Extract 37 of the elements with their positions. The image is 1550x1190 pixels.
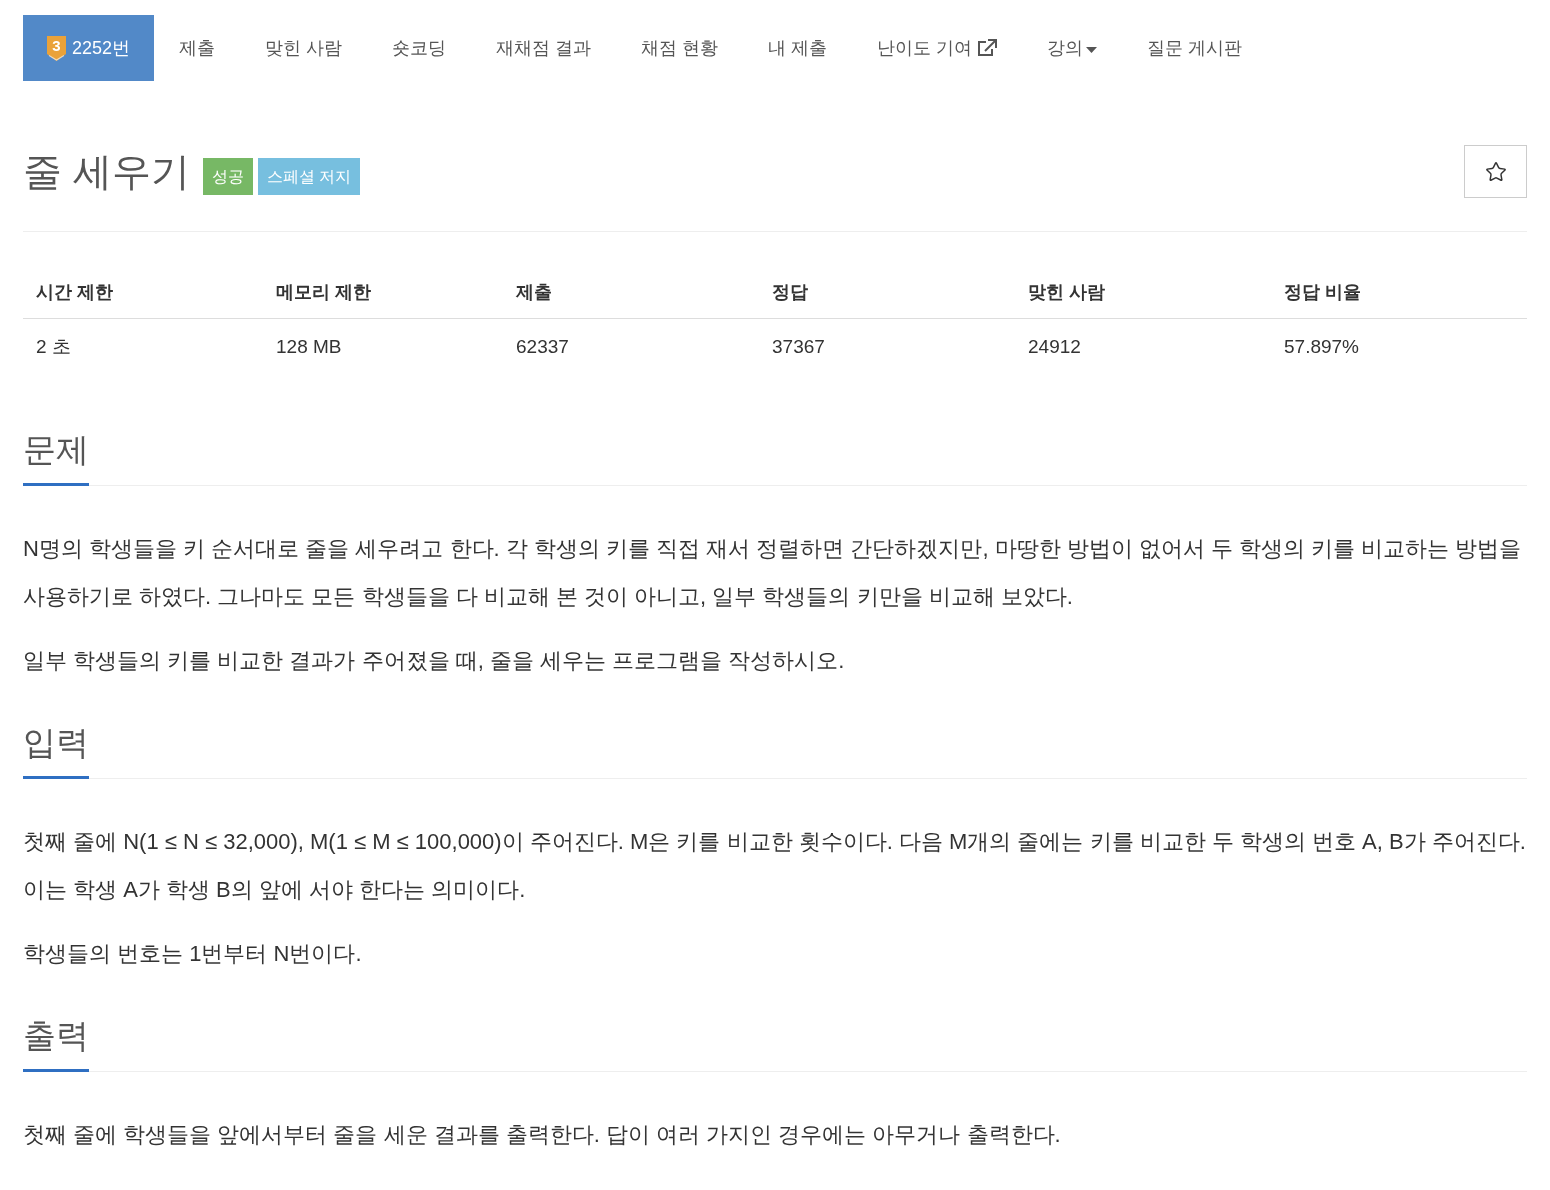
- table-cell-text: 62337: [515, 334, 570, 359]
- label-tag: 스페셜 저지: [257, 158, 361, 195]
- nav-tab[interactable]: 내 제출: [743, 15, 853, 81]
- nav-tab[interactable]: 재채점 결과: [471, 15, 617, 81]
- nav-tab[interactable]: 강의: [1022, 15, 1123, 81]
- problem-title: 줄 세우기: [23, 149, 190, 195]
- table-cell-text: 57.897%: [1283, 334, 1360, 359]
- nav-tab[interactable]: 채점 현황: [616, 15, 744, 81]
- paragraph: 학생들의 번호는 1번부터 N번이다.: [23, 940, 363, 968]
- caret-icon: [1086, 46, 1098, 53]
- paragraph: N명의 학생들을 키 순서대로 줄을 세우려고 한다. 각 학생의 키를 직접 재서 정렬하면 간단하겠지만, 마땅한 방법이 없어서 두 학생의 키를 비교하는 방법을 사용하기로 하였다. 그나마도 모든 학생들을 다 비교해 본 것이 아니고, 일부 학생들의 키만을 비교해 보았다.: [23, 535, 1523, 611]
- section-heading: 문제: [23, 430, 89, 486]
- table-header: 맞힌 사람: [1027, 281, 1106, 304]
- nav-tab[interactable]: 난이도 기여: [852, 15, 1023, 81]
- label-tag: 성공: [202, 158, 253, 195]
- paragraph: 첫째 줄에 N(1 ≤ N ≤ 32,000), M(1 ≤ M ≤ 100,000)이 주어진다. M은 키를 비교한 횟수이다. 다음 M개의 줄에는 키를 비교한 두 학생의 번호 A, B가 주어진다. 이는 학생 A가 학생 B의 앞에 서야 한다는 의미이다.: [23, 828, 1527, 904]
- table-header: 시간 제한: [35, 281, 114, 304]
- paragraph: 일부 학생들의 키를 비교한 결과가 주어졌을 때, 줄을 세우는 프로그램을 작성하시오.: [23, 647, 846, 675]
- external-link-icon: [977, 39, 998, 57]
- table-cell-text: 24912: [1027, 334, 1082, 359]
- table-header: 제출: [515, 281, 553, 304]
- favorite-button[interactable]: [1464, 145, 1527, 198]
- nav-tab[interactable]: 3 2252번: [23, 15, 155, 81]
- nav-tab[interactable]: 숏코딩: [367, 15, 472, 81]
- nav-tab[interactable]: 맞힌 사람: [240, 15, 368, 81]
- table-header: 정답 비율: [1283, 281, 1362, 304]
- table-header: 정답: [771, 281, 809, 304]
- table-cell-text: 37367: [771, 334, 826, 359]
- nav-tab[interactable]: 질문 게시판: [1122, 15, 1268, 81]
- section-heading: 출력: [23, 1016, 89, 1072]
- table-header: 메모리 제한: [275, 281, 372, 304]
- section-heading: 입력: [23, 723, 89, 779]
- table-cell-text: 2 초: [35, 334, 72, 359]
- tier-badge: 3: [47, 35, 66, 61]
- nav-tab[interactable]: 제출: [154, 15, 241, 81]
- paragraph: 첫째 줄에 학생들을 앞에서부터 줄을 세운 결과를 출력한다. 답이 여러 가지인 경우에는 아무거나 출력한다.: [23, 1121, 1062, 1149]
- table-cell-text: 128 MB: [275, 334, 343, 359]
